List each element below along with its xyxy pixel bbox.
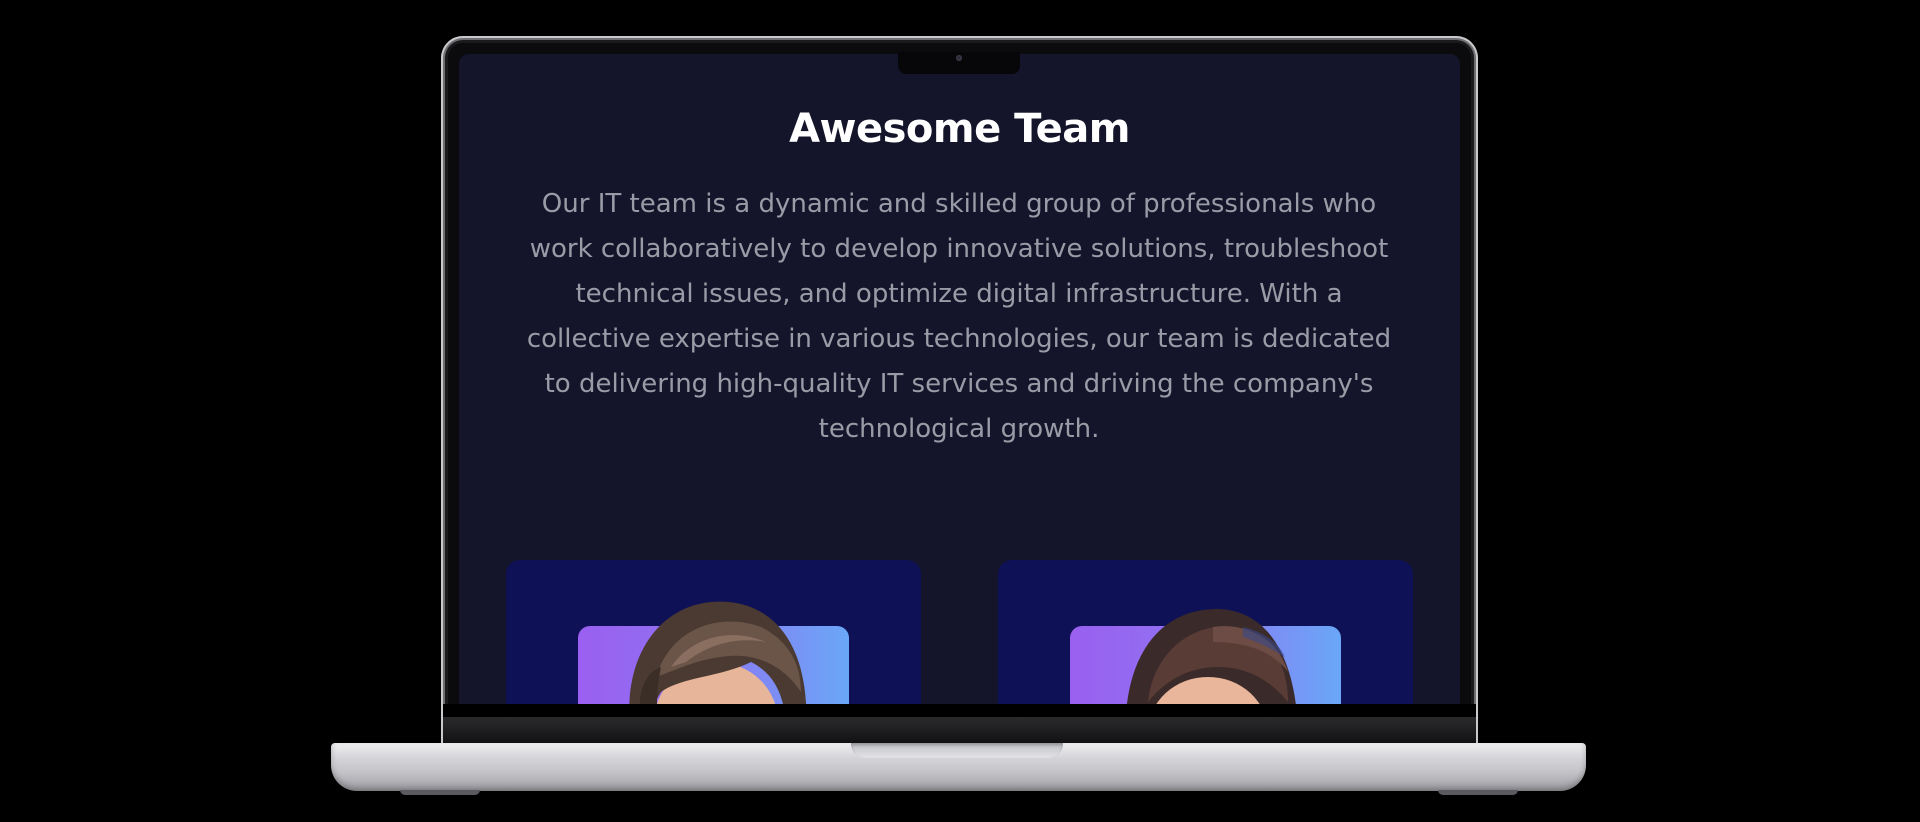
female-avatar-icon [1126,609,1296,704]
laptop-screen: Awesome Team Our IT team is a dynamic an… [459,54,1460,704]
laptop-mockup: Awesome Team Our IT team is a dynamic an… [0,0,1920,822]
laptop-foot [400,790,480,795]
laptop-foot [1438,790,1518,795]
male-avatar-icon [629,601,806,704]
screen-bezel-bottom [443,704,1476,717]
team-member-card[interactable] [998,560,1413,704]
camera-icon [956,55,962,61]
laptop-opening-notch [851,743,1063,758]
laptop-hinge [443,717,1476,743]
section-title: Awesome Team [789,106,1130,152]
section-description: Our IT team is a dynamic and skilled gro… [526,189,1392,444]
team-member-card[interactable] [506,560,921,704]
